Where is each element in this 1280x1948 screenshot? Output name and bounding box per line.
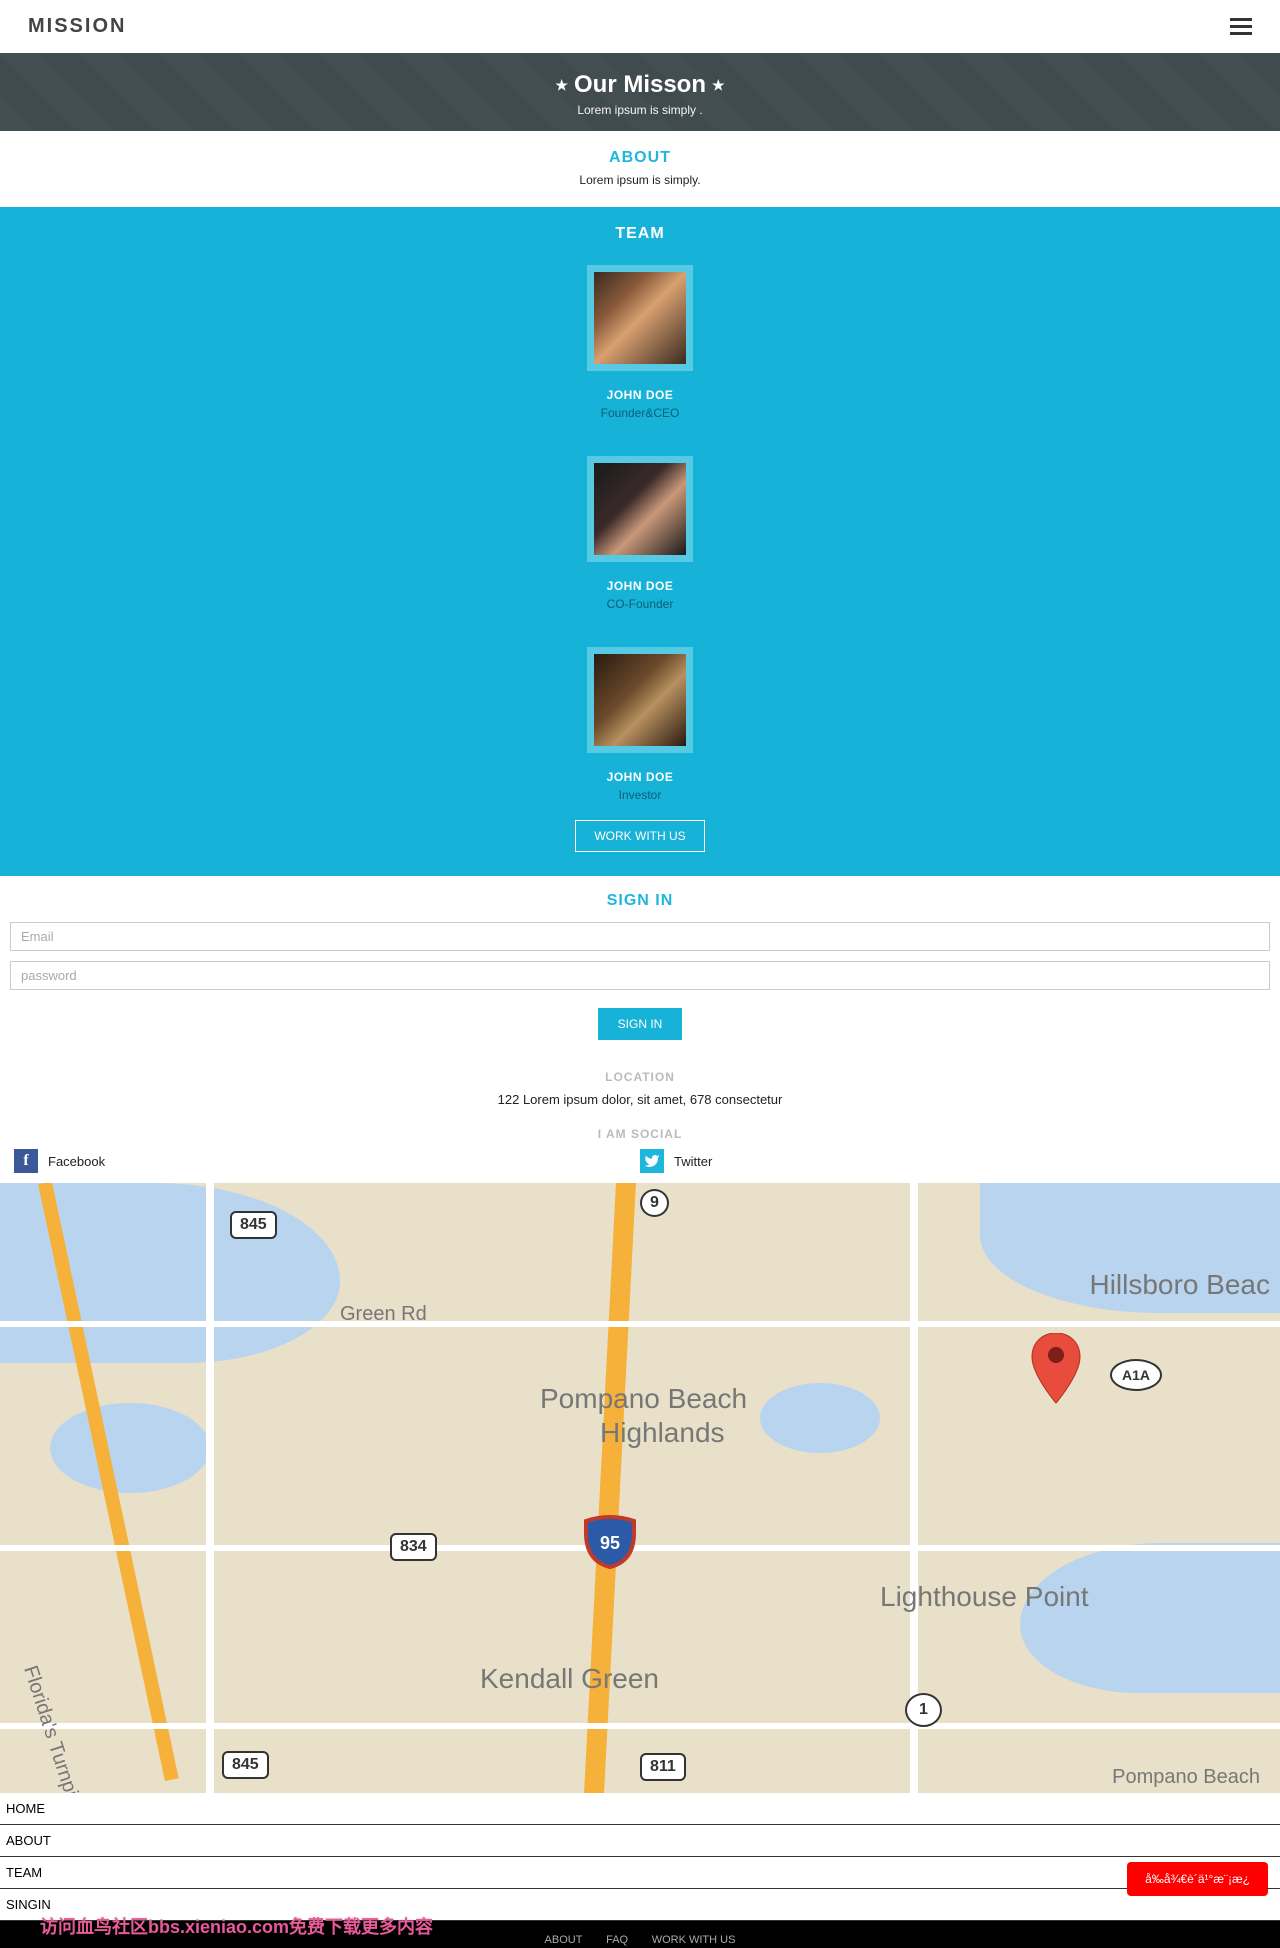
route-shield: 9 — [640, 1189, 669, 1217]
purchase-button[interactable]: å‰å¾€è´­ä¹°æ¨¡æ¿ — [1127, 1862, 1268, 1896]
footer-link[interactable]: WORK WITH US — [652, 1934, 736, 1946]
hero-banner: ★Our Misson★ Lorem ipsum is simply . — [0, 53, 1280, 131]
footer-nav-about[interactable]: ABOUT — [0, 1825, 1280, 1857]
member-role: Founder&CEO — [0, 406, 1280, 420]
signin-button[interactable]: SIGN IN — [598, 1008, 683, 1040]
facebook-icon: f — [14, 1149, 38, 1173]
avatar — [594, 272, 686, 364]
social-heading: I AM SOCIAL — [0, 1127, 1280, 1141]
route-shield: 845 — [230, 1211, 277, 1239]
team-heading: TEAM — [0, 225, 1280, 243]
twitter-icon — [640, 1149, 664, 1173]
facebook-link[interactable]: f Facebook — [14, 1149, 640, 1173]
route-shield: 834 — [390, 1533, 437, 1561]
route-shield: 1 — [905, 1693, 942, 1727]
twitter-link[interactable]: Twitter — [640, 1149, 1266, 1173]
social-row: f Facebook Twitter — [0, 1149, 1280, 1183]
route-shield: 845 — [222, 1751, 269, 1779]
footer-bottom: 访问血鸟社区bbs.xieniao.com免费下载更多内容 ABOUT FAQ … — [0, 1921, 1280, 1948]
avatar-frame — [587, 647, 693, 753]
member-name: JOHN DOE — [0, 579, 1280, 593]
footer-nav-team[interactable]: TEAM — [0, 1857, 1280, 1889]
map-pin-icon — [1030, 1333, 1082, 1405]
map-label: Kendall Green — [480, 1663, 659, 1695]
about-section: ABOUT Lorem ipsum is simply. — [0, 131, 1280, 207]
location-section: LOCATION 122 Lorem ipsum dolor, sit amet… — [0, 1060, 1280, 1113]
hero-title: ★Our Misson★ — [0, 71, 1280, 99]
map-label: Green Rd — [340, 1303, 427, 1326]
footer-nav: HOME ABOUT TEAM SINGIN — [0, 1793, 1280, 1921]
avatar-frame — [587, 265, 693, 371]
location-address: 122 Lorem ipsum dolor, sit amet, 678 con… — [0, 1092, 1280, 1107]
map-label: Pompano Beach — [1112, 1766, 1260, 1789]
signin-heading: SIGN IN — [10, 892, 1270, 910]
route-shield: 811 — [640, 1753, 686, 1781]
map[interactable]: 845 845 834 811 9 1 A1A 95 Hillsboro Bea… — [0, 1183, 1280, 1793]
about-text: Lorem ipsum is simply. — [0, 173, 1280, 187]
avatar — [594, 463, 686, 555]
facebook-label: Facebook — [48, 1154, 105, 1169]
hero-subtitle: Lorem ipsum is simply . — [0, 103, 1280, 117]
member-role: Investor — [0, 788, 1280, 802]
interstate-shield: 95 — [582, 1513, 638, 1569]
about-heading: ABOUT — [0, 149, 1280, 167]
star-icon: ★ — [555, 77, 568, 93]
footer-nav-home[interactable]: HOME — [0, 1793, 1280, 1825]
menu-icon[interactable] — [1230, 14, 1252, 39]
watermark-text: 访问血鸟社区bbs.xieniao.com免费下载更多内容 — [40, 1913, 433, 1939]
team-member: JOHN DOE Founder&CEO — [0, 265, 1280, 420]
team-member: JOHN DOE Investor — [0, 647, 1280, 802]
twitter-label: Twitter — [674, 1154, 712, 1169]
avatar-frame — [587, 456, 693, 562]
password-field[interactable] — [10, 961, 1270, 990]
team-member: JOHN DOE CO-Founder — [0, 456, 1280, 611]
member-name: JOHN DOE — [0, 388, 1280, 402]
svg-text:95: 95 — [600, 1533, 620, 1553]
map-label: Hillsboro Beac — [1089, 1269, 1270, 1301]
map-label: Highlands — [600, 1417, 725, 1449]
work-with-us-button[interactable]: WORK WITH US — [575, 820, 704, 852]
map-label: Pompano Beach — [540, 1383, 747, 1415]
star-icon: ★ — [712, 77, 725, 93]
footer-link[interactable]: ABOUT — [545, 1934, 583, 1946]
header: MISSION — [0, 0, 1280, 53]
member-name: JOHN DOE — [0, 770, 1280, 784]
footer-link[interactable]: FAQ — [606, 1934, 628, 1946]
location-heading: LOCATION — [0, 1070, 1280, 1084]
signin-section: SIGN IN SIGN IN — [0, 876, 1280, 1060]
logo[interactable]: MISSION — [28, 15, 126, 38]
email-field[interactable] — [10, 922, 1270, 951]
route-shield: A1A — [1110, 1359, 1162, 1391]
team-section: TEAM JOHN DOE Founder&CEO JOHN DOE CO-Fo… — [0, 207, 1280, 876]
member-role: CO-Founder — [0, 597, 1280, 611]
map-label: Lighthouse Point — [880, 1581, 1089, 1613]
avatar — [594, 654, 686, 746]
